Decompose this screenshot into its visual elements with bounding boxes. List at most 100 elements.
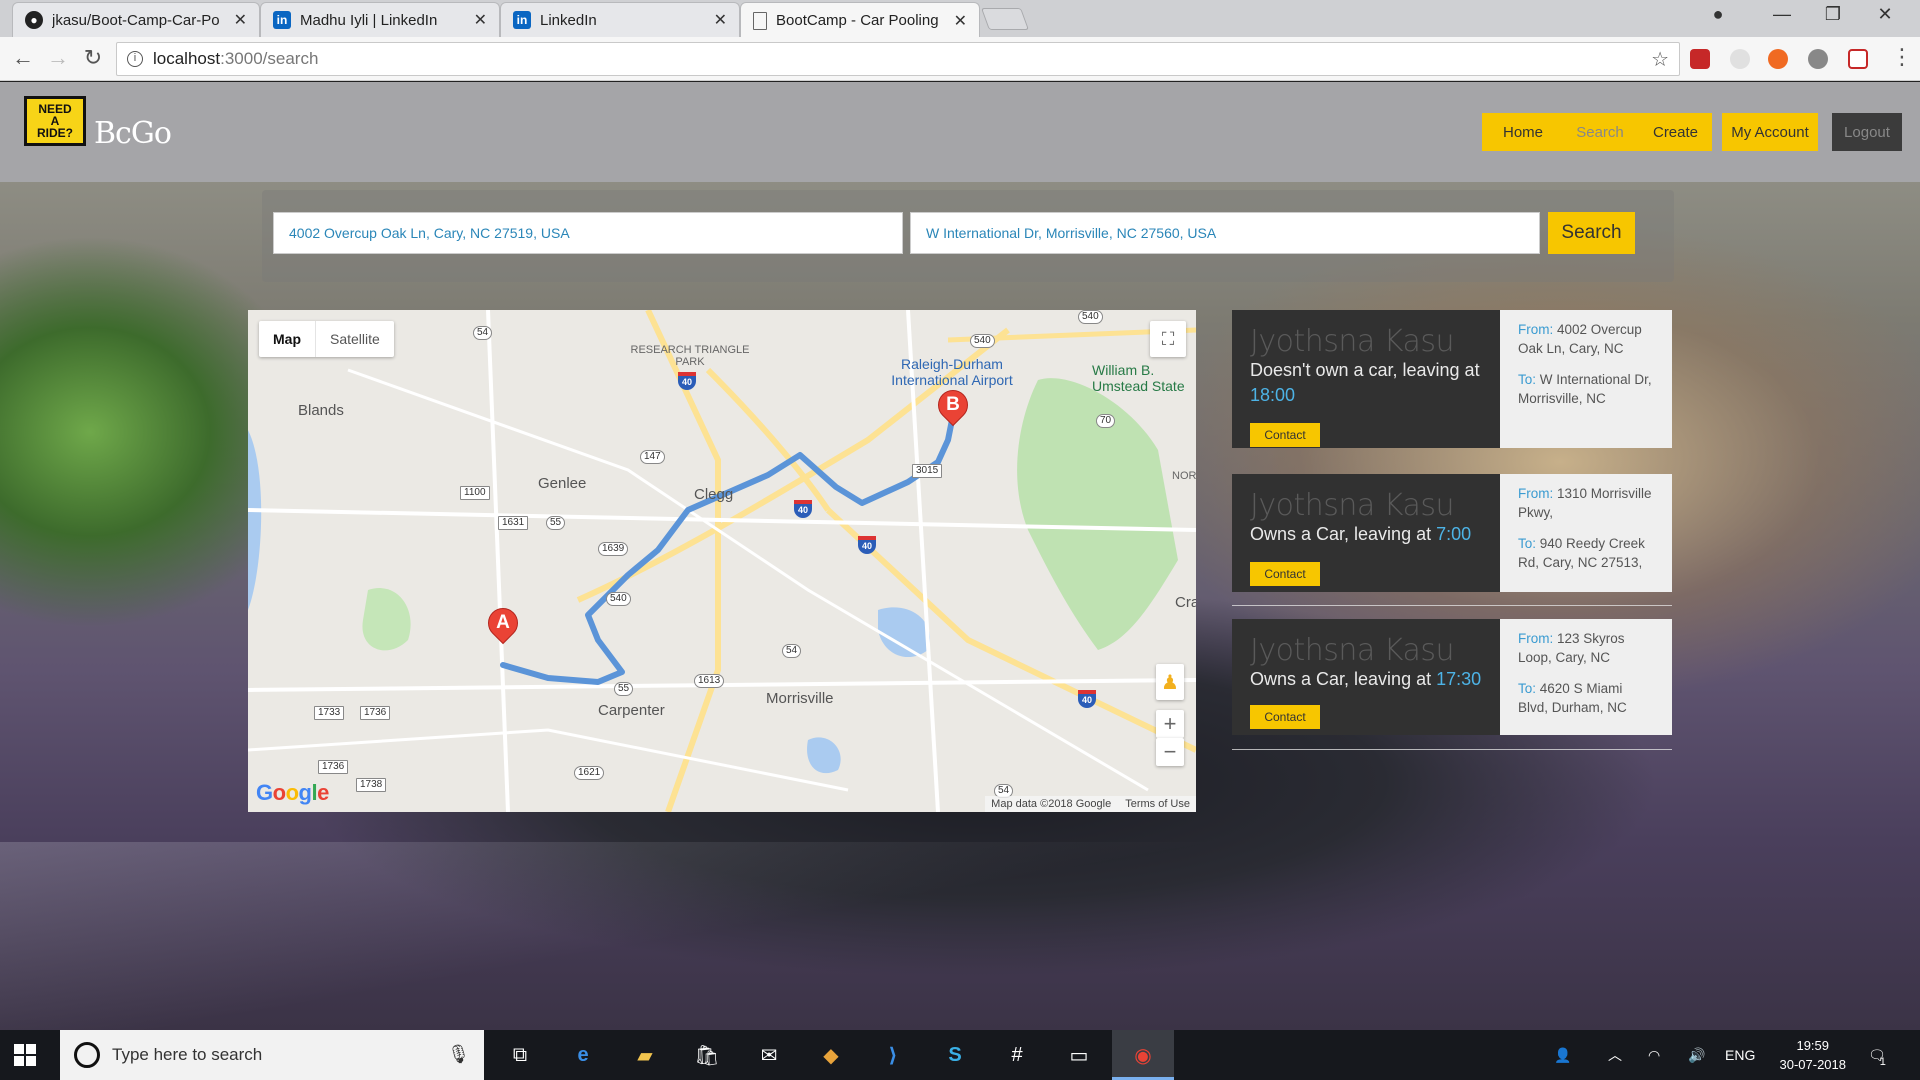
- minimize-icon[interactable]: —: [1767, 4, 1797, 25]
- rider-name: Jyothsna Kasu: [1250, 633, 1454, 668]
- store-icon[interactable]: 🛍: [692, 1040, 722, 1070]
- vscode-icon[interactable]: ⟩: [878, 1040, 908, 1070]
- notification-count: 1: [1879, 1056, 1886, 1068]
- restore-icon[interactable]: ❐: [1818, 4, 1848, 25]
- marker-label: A: [496, 612, 510, 633]
- new-tab-button[interactable]: [980, 8, 1030, 30]
- volume-icon[interactable]: 🔊: [1688, 1030, 1705, 1080]
- road-shield: 3015: [912, 464, 943, 478]
- mail-icon[interactable]: ✉: [754, 1040, 784, 1070]
- taskbar-search-placeholder: Type here to search: [112, 1045, 263, 1064]
- forward-icon[interactable]: →: [44, 46, 72, 70]
- from-label: From:: [1518, 322, 1554, 337]
- fullscreen-icon[interactable]: ⛶: [1150, 321, 1186, 357]
- wifi-icon[interactable]: ◠: [1648, 1030, 1660, 1080]
- tab-linkedin-profile[interactable]: in Madhu Iyli | LinkedIn ✕: [260, 2, 500, 37]
- nav-create[interactable]: Create: [1639, 113, 1712, 151]
- profile-icon[interactable]: ●: [1703, 4, 1733, 25]
- skype-icon[interactable]: S: [940, 1040, 970, 1070]
- close-tab-icon[interactable]: ✕: [234, 10, 247, 30]
- ride-card: Jyothsna Kasu Doesn't own a car, leaving…: [1232, 310, 1672, 448]
- ride-route-info: From: 4002 Overcup Oak Ln, Cary, NC To: …: [1500, 310, 1672, 448]
- task-view-icon[interactable]: ⧉: [505, 1040, 535, 1070]
- road-shield: 1736: [318, 760, 349, 774]
- to-label: To:: [1518, 372, 1537, 387]
- taskbar-search-box[interactable]: Type here to search 🎙: [60, 1030, 484, 1080]
- tab-bootcamp[interactable]: BootCamp - Car Pooling ✕: [740, 2, 980, 38]
- github-icon: ●: [25, 11, 43, 29]
- road-shield: 1639: [598, 542, 629, 556]
- nav-home[interactable]: Home: [1482, 113, 1564, 151]
- road-shield: 70: [1096, 414, 1116, 428]
- terms-of-use-link[interactable]: Terms of Use: [1125, 798, 1190, 810]
- map-type-control: Map Satellite: [259, 321, 394, 357]
- road-shield: 1736: [360, 706, 391, 720]
- brand-name[interactable]: BcGo: [94, 116, 172, 151]
- zoom-out-icon[interactable]: −: [1156, 738, 1184, 766]
- nav-logout[interactable]: Logout: [1832, 113, 1902, 151]
- language-indicator[interactable]: ENG: [1725, 1030, 1755, 1080]
- system-clock[interactable]: 19:59 30-07-2018: [1780, 1036, 1847, 1074]
- road-shield: 540: [970, 334, 995, 348]
- people-icon[interactable]: 👤: [1554, 1030, 1571, 1080]
- tab-github[interactable]: ● jkasu/Boot-Camp-Car-Po ✕: [12, 2, 260, 37]
- google-logo[interactable]: Google: [256, 780, 329, 806]
- extension-icon[interactable]: [1730, 49, 1750, 69]
- terminal-icon[interactable]: ▭: [1064, 1040, 1094, 1070]
- map-label: NOR: [1172, 470, 1196, 482]
- close-tab-icon[interactable]: ✕: [714, 10, 727, 30]
- tab-linkedin[interactable]: in LinkedIn ✕: [500, 2, 740, 37]
- reload-icon[interactable]: ↻: [79, 46, 107, 70]
- nav-search[interactable]: Search: [1559, 113, 1641, 151]
- tab-label: Madhu Iyli | LinkedIn: [300, 11, 438, 29]
- contact-button[interactable]: Contact: [1250, 705, 1320, 729]
- road-shield: 54: [782, 644, 802, 658]
- pocket-icon[interactable]: [1848, 49, 1868, 69]
- street-view-pegman-icon[interactable]: ♟: [1156, 664, 1184, 700]
- bookmark-star-icon[interactable]: ☆: [1651, 47, 1669, 72]
- extension-icon[interactable]: [1768, 49, 1788, 69]
- chrome-icon[interactable]: ◉: [1128, 1040, 1158, 1070]
- map-type-satellite[interactable]: Satellite: [316, 321, 394, 357]
- close-tab-icon[interactable]: ✕: [474, 10, 487, 30]
- map-label: Blands: [298, 402, 344, 419]
- show-hidden-icons-icon[interactable]: ︿: [1608, 1030, 1622, 1080]
- ride-description: Owns a Car, leaving at 7:00: [1250, 524, 1472, 544]
- tab-label: BootCamp - Car Pooling: [776, 12, 939, 29]
- edge-icon[interactable]: e: [568, 1040, 598, 1070]
- zoom-in-icon[interactable]: +: [1156, 710, 1184, 738]
- map-type-map[interactable]: Map: [259, 321, 316, 357]
- to-address: 940 Reedy Creek Rd, Cary, NC 27513,: [1518, 536, 1645, 570]
- ride-time: 18:00: [1250, 385, 1296, 405]
- file-explorer-icon[interactable]: ▰: [630, 1040, 660, 1070]
- back-icon[interactable]: ←: [9, 46, 37, 70]
- extension-icon[interactable]: [1690, 49, 1710, 69]
- nav-my-account[interactable]: My Account: [1722, 113, 1818, 151]
- from-input[interactable]: 4002 Overcup Oak Ln, Cary, NC 27519, USA: [273, 212, 903, 254]
- search-button[interactable]: Search: [1548, 212, 1635, 254]
- road-shield: 540: [606, 592, 631, 606]
- ride-time: 7:00: [1436, 524, 1472, 544]
- close-window-icon[interactable]: ✕: [1870, 4, 1900, 25]
- contact-button[interactable]: Contact: [1250, 562, 1320, 586]
- url-path: :3000/search: [220, 49, 319, 68]
- windows-start-icon[interactable]: [14, 1044, 36, 1066]
- menu-icon[interactable]: ⋮: [1888, 45, 1916, 69]
- contact-button[interactable]: Contact: [1250, 423, 1320, 447]
- action-center-icon[interactable]: 🗨 1: [1868, 1030, 1886, 1080]
- cortana-icon[interactable]: [74, 1042, 100, 1068]
- extension-icon[interactable]: [1808, 49, 1828, 69]
- route-map[interactable]: Map Satellite ⛶ ♟ + − Blands Genlee Cleg…: [248, 310, 1196, 812]
- map-label: Genlee: [538, 475, 587, 492]
- road-shield: 1100: [460, 486, 490, 500]
- slack-icon[interactable]: #: [1002, 1040, 1032, 1070]
- microphone-icon[interactable]: 🎙: [447, 1044, 470, 1065]
- git-kraken-icon[interactable]: ◆: [816, 1040, 846, 1070]
- close-tab-icon[interactable]: ✕: [954, 11, 967, 31]
- to-input[interactable]: W International Dr, Morrisville, NC 2756…: [910, 212, 1540, 254]
- site-logo[interactable]: NEED A RIDE?: [24, 96, 86, 146]
- info-icon[interactable]: i: [127, 51, 143, 67]
- address-bar[interactable]: i localhost:3000/search ☆: [116, 42, 1680, 76]
- rider-name: Jyothsna Kasu: [1250, 488, 1454, 523]
- road-shield: 1738: [356, 778, 387, 792]
